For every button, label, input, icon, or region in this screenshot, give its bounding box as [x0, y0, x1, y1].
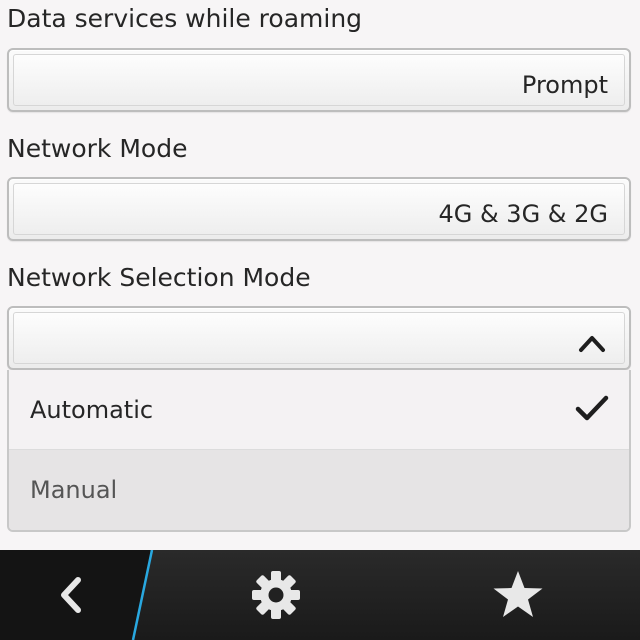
dropdown-face: [13, 312, 625, 364]
checkmark-icon: [575, 395, 609, 421]
network-mode-value: 4G & 3G & 2G: [438, 200, 608, 228]
network-selection-dropdown[interactable]: [7, 306, 631, 370]
star-icon: [493, 571, 543, 617]
option-automatic[interactable]: Automatic: [9, 370, 629, 450]
option-label: Automatic: [30, 396, 154, 424]
option-label: Manual: [30, 476, 118, 504]
network-selection-label: Network Selection Mode: [7, 263, 311, 292]
bottom-action-bar: [0, 550, 640, 640]
network-mode-dropdown[interactable]: 4G & 3G & 2G: [7, 177, 631, 241]
option-manual[interactable]: Manual: [9, 450, 629, 530]
network-selection-options: Automatic Manual: [7, 370, 631, 532]
dropdown-face: 4G & 3G & 2G: [13, 183, 625, 235]
favorite-button[interactable]: [478, 550, 558, 640]
chevron-up-icon[interactable]: [578, 333, 606, 353]
gear-icon: [252, 571, 300, 619]
data-roaming-dropdown[interactable]: Prompt: [7, 48, 631, 112]
dropdown-face: Prompt: [13, 54, 625, 106]
settings-button[interactable]: [236, 550, 316, 640]
network-mode-label: Network Mode: [7, 134, 188, 163]
data-roaming-label: Data services while roaming: [7, 4, 363, 33]
back-icon: [61, 577, 81, 613]
back-button[interactable]: [30, 550, 110, 640]
data-roaming-value: Prompt: [521, 71, 608, 99]
